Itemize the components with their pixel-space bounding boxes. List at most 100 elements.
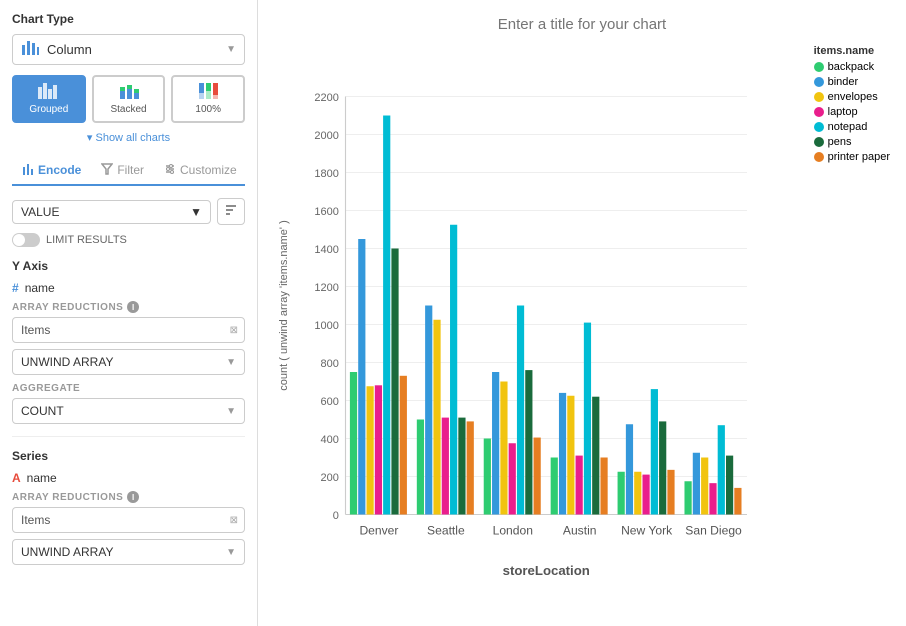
svg-text:count ( unwind array 'items.na: count ( unwind array 'items.name' ) (278, 220, 290, 391)
limit-results-label: LIMIT RESULTS (46, 234, 127, 246)
limit-toggle[interactable] (12, 233, 40, 247)
legend-label: notepad (828, 121, 868, 133)
y-axis-unwind-array-dropdown[interactable]: UNWIND ARRAY ▼ (12, 349, 245, 375)
svg-text:storeLocation: storeLocation (503, 563, 590, 578)
y-axis-items-row[interactable]: Items ⊠ (12, 317, 245, 343)
legend-title: items.name (814, 45, 890, 57)
tab-customize[interactable]: Customize (154, 156, 247, 184)
y-axis-items-label: Items (13, 318, 224, 342)
svg-text:400: 400 (321, 434, 339, 446)
chart-type-label: Column (47, 42, 226, 57)
y-axis-array-reductions-label: ARRAY REDUCTIONS i (12, 301, 245, 313)
chart-legend: items.name backpack binder envelopes laptop… (814, 45, 890, 166)
legend-label: binder (828, 76, 859, 88)
legend-items-container: backpack binder envelopes laptop notepad pens… (814, 61, 890, 163)
legend-label: pens (828, 136, 852, 148)
svg-text:Denver: Denver (359, 523, 398, 537)
legend-label: laptop (828, 106, 858, 118)
chart-style-buttons: Grouped Stacked (12, 75, 245, 123)
svg-text:200: 200 (321, 472, 339, 484)
chart-svg: 0200400600800100012001400160018002000220… (274, 45, 890, 610)
y-axis-field-name: name (25, 281, 55, 295)
legend-dot (814, 122, 824, 132)
section-divider (12, 436, 245, 437)
stacked-button[interactable]: Stacked (92, 75, 166, 123)
grouped-button[interactable]: Grouped (12, 75, 86, 123)
legend-item: laptop (814, 106, 890, 118)
100percent-label: 100% (195, 104, 221, 115)
aggregate-arrow-icon: ▼ (226, 406, 236, 417)
svg-text:New York: New York (621, 523, 673, 537)
right-panel: items.name backpack binder envelopes laptop… (258, 0, 906, 626)
value-label: VALUE (21, 205, 59, 219)
tab-filter[interactable]: Filter (91, 156, 154, 184)
100percent-icon (177, 83, 239, 102)
grouped-icon (18, 83, 80, 102)
legend-item: printer paper (814, 151, 890, 163)
svg-text:800: 800 (321, 358, 339, 370)
y-axis-items-expand-icon: ⊠ (224, 321, 244, 340)
series-array-reductions-label: ARRAY REDUCTIONS i (12, 491, 245, 503)
svg-text:London: London (493, 523, 533, 537)
legend-dot (814, 92, 824, 102)
series-items-expand-icon: ⊠ (224, 511, 244, 530)
encode-tabs: Encode Filter Customize (12, 156, 245, 186)
show-all-charts-link[interactable]: ▾ Show all charts (12, 131, 245, 144)
svg-text:0: 0 (333, 510, 339, 522)
series-field-row: A name (12, 471, 245, 485)
aggregate-count-dropdown[interactable]: COUNT ▼ (12, 398, 245, 424)
grouped-label: Grouped (29, 104, 68, 115)
legend-item: pens (814, 136, 890, 148)
svg-text:Seattle: Seattle (427, 523, 465, 537)
series-unwind-array-dropdown[interactable]: UNWIND ARRAY ▼ (12, 539, 245, 565)
svg-text:1200: 1200 (314, 282, 338, 294)
series-info-icon: i (127, 491, 139, 503)
chart-type-arrow-icon: ▼ (226, 44, 236, 55)
legend-dot (814, 62, 824, 72)
chart-title-input[interactable] (274, 16, 890, 33)
text-icon: A (12, 471, 21, 485)
stacked-label: Stacked (110, 104, 146, 115)
svg-text:600: 600 (321, 396, 339, 408)
customize-icon (164, 162, 176, 178)
legend-item: backpack (814, 61, 890, 73)
legend-item: notepad (814, 121, 890, 133)
value-arrow-icon: ▼ (190, 205, 202, 219)
y-axis-field-row: # name (12, 281, 245, 295)
series-unwind-label: UNWIND ARRAY (21, 545, 113, 559)
count-label: COUNT (21, 404, 64, 418)
value-dropdown[interactable]: VALUE ▼ (12, 200, 211, 224)
encode-icon (22, 162, 34, 178)
series-field-name: name (27, 471, 57, 485)
legend-dot (814, 137, 824, 147)
sort-button[interactable] (217, 198, 245, 225)
svg-text:2000: 2000 (314, 130, 338, 142)
svg-text:San Diego: San Diego (685, 523, 742, 537)
chart-container: items.name backpack binder envelopes laptop… (274, 45, 890, 610)
column-chart-icon (21, 39, 39, 60)
svg-text:Austin: Austin (563, 523, 597, 537)
100percent-button[interactable]: 100% (171, 75, 245, 123)
legend-dot (814, 77, 824, 87)
y-axis-section: Y Axis # name ARRAY REDUCTIONS i Items ⊠… (12, 259, 245, 424)
series-title: Series (12, 449, 245, 463)
chart-type-title: Chart Type (12, 12, 245, 26)
filter-icon (101, 162, 113, 178)
legend-item: envelopes (814, 91, 890, 103)
y-axis-info-icon: i (127, 301, 139, 313)
tab-encode[interactable]: Encode (12, 156, 91, 186)
chart-type-section: Chart Type Column ▼ (12, 12, 245, 144)
svg-text:1600: 1600 (314, 206, 338, 218)
y-axis-unwind-arrow-icon: ▼ (226, 357, 236, 368)
chart-type-dropdown[interactable]: Column ▼ (12, 34, 245, 65)
legend-item: binder (814, 76, 890, 88)
series-items-row[interactable]: Items ⊠ (12, 507, 245, 533)
svg-text:1400: 1400 (314, 244, 338, 256)
legend-label: printer paper (828, 151, 890, 163)
stacked-icon (98, 83, 160, 102)
series-items-label: Items (13, 508, 224, 532)
left-panel: Chart Type Column ▼ (0, 0, 258, 626)
legend-dot (814, 107, 824, 117)
limit-results-row: LIMIT RESULTS (12, 233, 245, 247)
toggle-knob (13, 234, 25, 246)
